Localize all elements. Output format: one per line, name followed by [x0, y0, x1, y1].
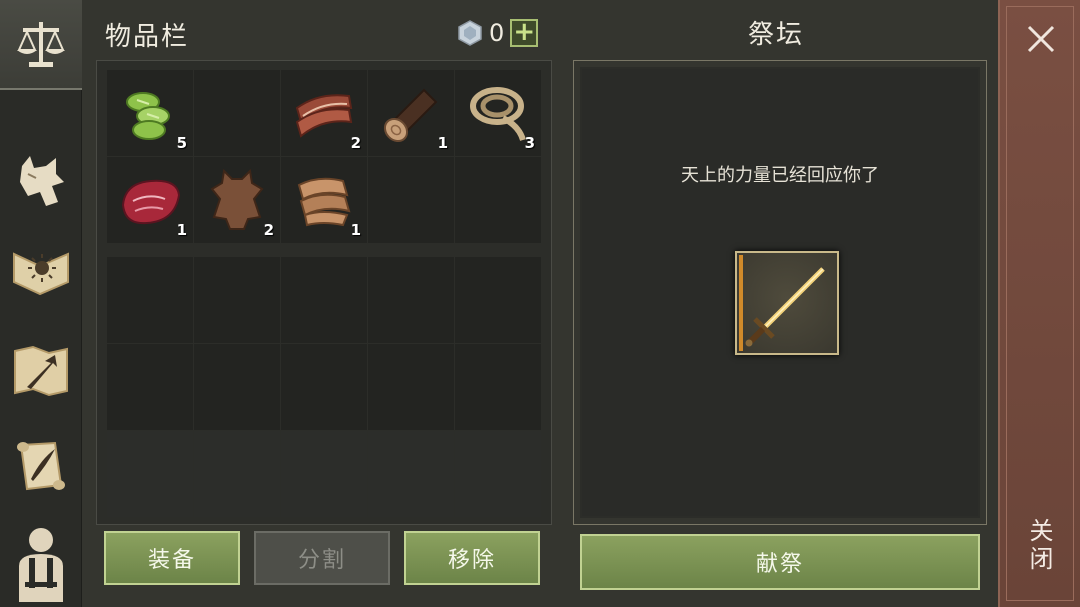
- inventory-slot[interactable]: [194, 344, 280, 430]
- scroll-quill-icon: [11, 435, 71, 495]
- inventory-slot[interactable]: 3: [455, 70, 541, 156]
- inventory-slot[interactable]: [368, 157, 454, 243]
- altar-title: 祭坛: [748, 20, 805, 50]
- item-count: 1: [437, 134, 448, 152]
- tab-quests[interactable]: [0, 420, 82, 510]
- cloth-scrap-icon: [297, 177, 351, 227]
- inventory-slot[interactable]: [281, 344, 367, 430]
- locked-slot: [368, 431, 454, 517]
- sun-book-icon: [10, 242, 72, 300]
- inventory-slot[interactable]: [455, 344, 541, 430]
- rope-icon: [470, 87, 526, 141]
- close-label: 关闭: [1025, 518, 1053, 574]
- altar-message: 天上的力量已经回应你了: [681, 165, 879, 186]
- cucumber-slices-icon: [126, 92, 170, 140]
- sacrifice-button[interactable]: 献祭: [580, 534, 980, 590]
- inventory-slot[interactable]: [194, 70, 280, 156]
- inventory-slot[interactable]: 1: [368, 70, 454, 156]
- wolf-icon: [12, 152, 70, 210]
- remove-button[interactable]: 移除: [404, 531, 540, 585]
- close-icon[interactable]: [1024, 22, 1058, 56]
- tab-companion[interactable]: [0, 136, 82, 226]
- equip-button[interactable]: 装备: [104, 531, 240, 585]
- wood-log-icon: [383, 88, 438, 143]
- inventory-slot[interactable]: 1: [107, 157, 193, 243]
- locked-slot: [107, 431, 193, 517]
- map-arrow-icon: [11, 343, 71, 399]
- inventory-slot[interactable]: [455, 157, 541, 243]
- inventory-title: 物品栏: [105, 22, 190, 52]
- close-panel[interactable]: 关闭: [998, 0, 1080, 607]
- raw-bacon-icon: [295, 94, 353, 138]
- golden-sword-icon: [745, 267, 825, 347]
- animal-hide-icon: [210, 168, 264, 230]
- item-count: 2: [350, 134, 361, 152]
- locked-slot: [455, 431, 541, 517]
- tab-trade[interactable]: [0, 0, 82, 90]
- altar-reward-slot[interactable]: [735, 251, 839, 355]
- inventory-slot[interactable]: [281, 257, 367, 343]
- inventory-slot[interactable]: [368, 257, 454, 343]
- altar-area: 天上的力量已经回应你了: [582, 69, 978, 516]
- tab-character[interactable]: [0, 517, 82, 607]
- altar-panel: 天上的力量已经回应你了: [573, 60, 987, 525]
- inventory-slot[interactable]: [107, 257, 193, 343]
- inventory-slot[interactable]: [107, 344, 193, 430]
- raw-meat-icon: [121, 179, 181, 225]
- tab-map[interactable]: [0, 326, 82, 416]
- gem-icon: [458, 20, 482, 46]
- split-button[interactable]: 分割: [254, 531, 390, 585]
- inventory-slot[interactable]: [368, 344, 454, 430]
- item-count: 1: [176, 221, 187, 239]
- inventory-slot[interactable]: 2: [281, 70, 367, 156]
- item-count: 5: [176, 134, 187, 152]
- tab-journal[interactable]: [0, 226, 82, 316]
- add-currency-button[interactable]: +: [510, 19, 539, 47]
- locked-slot: [194, 431, 280, 517]
- item-count: 2: [263, 221, 274, 239]
- inventory-slot[interactable]: 2: [194, 157, 280, 243]
- side-navigation: [0, 0, 82, 607]
- character-icon: [11, 522, 71, 602]
- currency-display: 0 +: [457, 18, 539, 48]
- inventory-grid: 5 2 1 3 1 2 1: [96, 60, 552, 525]
- inventory-slot[interactable]: [194, 257, 280, 343]
- currency-value: 0: [489, 19, 505, 47]
- locked-slot: [281, 431, 367, 517]
- inventory-slot[interactable]: 5: [107, 70, 193, 156]
- item-count: 1: [350, 221, 361, 239]
- inventory-slot[interactable]: 1: [281, 157, 367, 243]
- scales-icon: [13, 16, 69, 72]
- inventory-slot[interactable]: [455, 257, 541, 343]
- item-count: 3: [524, 134, 535, 152]
